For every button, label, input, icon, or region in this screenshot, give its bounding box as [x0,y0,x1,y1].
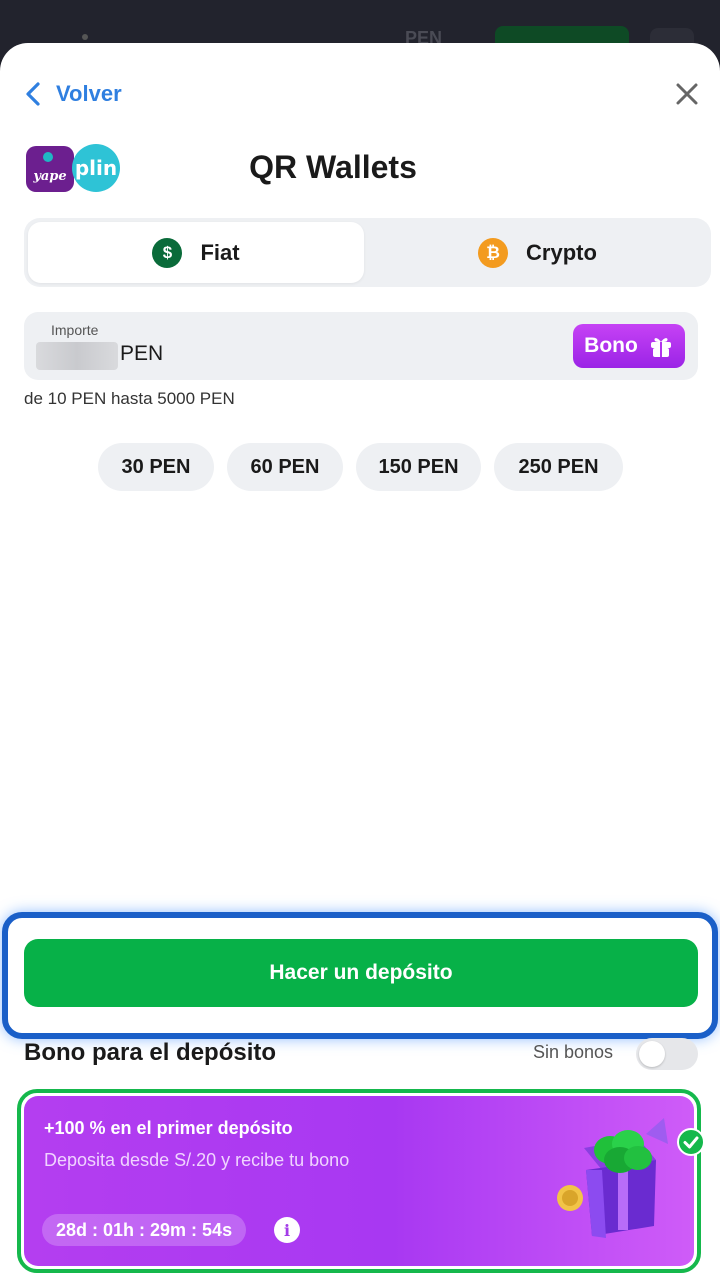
bonus-subtitle: Deposita desde S/.20 y recibe tu bono [44,1150,350,1170]
bono-button[interactable]: Bono [573,324,685,368]
amount-input[interactable]: Importe PEN Bono [24,312,698,380]
preset-150[interactable]: 150 PEN [356,443,481,491]
amount-currency: PEN [120,342,164,365]
dollar-coin-icon: $ [152,237,183,268]
preset-60[interactable]: 60 PEN [227,443,343,491]
tab-fiat-label: Fiat [200,239,240,265]
background-dot [82,34,88,40]
gift-icon [650,338,671,357]
chevron-left-icon [26,82,40,106]
amount-range-hint: de 10 PEN hasta 5000 PEN [24,389,235,408]
preset-30[interactable]: 30 PEN [98,443,214,491]
tab-fiat[interactable]: $ Fiat [28,222,364,283]
bonus-card[interactable]: +100 % en el primer depósito Deposita de… [17,1089,701,1273]
deposit-sheet: Volver yape plin QR Wallets $ Fiat ₿ Cry… [0,43,720,1280]
amount-value-redacted [36,342,118,370]
bono-label: Bono [584,334,638,357]
selected-check-icon [677,1128,705,1156]
bitcoin-coin-icon: ₿ [478,237,509,268]
toggle-knob [639,1041,665,1067]
back-button[interactable]: Volver [24,81,122,107]
no-bonus-toggle[interactable] [636,1038,698,1070]
tab-crypto-label: Crypto [526,239,597,265]
amount-label: Importe [51,322,99,338]
info-icon[interactable]: i [274,1217,300,1243]
back-label: Volver [56,81,122,106]
page-title: QR Wallets [249,149,417,185]
gift-box-clover-icon [557,1118,668,1238]
preset-250[interactable]: 250 PEN [494,443,623,491]
bonus-section-title: Bono para el depósito [24,1039,277,1066]
deposit-button[interactable]: Hacer un depósito [24,939,698,1007]
bonus-card-body: +100 % en el primer depósito Deposita de… [24,1096,694,1266]
tab-crypto[interactable]: ₿ Crypto [368,222,707,283]
currency-tabs: $ Fiat ₿ Crypto [24,218,711,287]
no-bonus-label: Sin bonos [533,1042,614,1062]
bonus-headline: +100 % en el primer depósito [44,1118,293,1138]
bonus-countdown: 28d : 01h : 29m : 54s [42,1214,247,1246]
close-icon[interactable] [672,79,702,109]
preset-amounts: 30 PEN 60 PEN 150 PEN 250 PEN [0,443,720,491]
